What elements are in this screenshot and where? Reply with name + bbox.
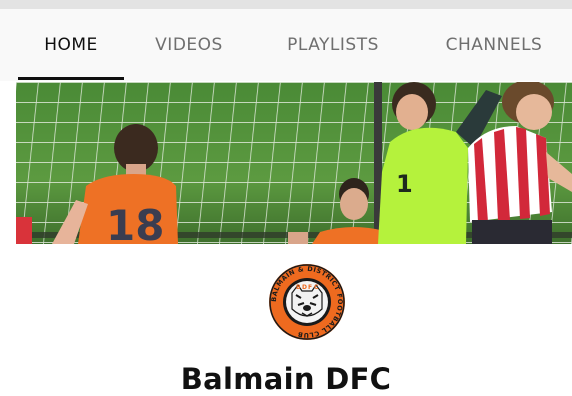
status-strip (0, 0, 572, 9)
tab-videos[interactable]: VIDEOS (137, 9, 241, 81)
svg-text:1: 1 (396, 170, 413, 198)
channel-avatar[interactable]: B D F C BALMAIN & DISTRICT FOOTBALL CLUB (268, 263, 346, 341)
svg-text:F: F (308, 284, 312, 291)
jersey-number: 18 (106, 201, 164, 244)
tab-home[interactable]: HOME (18, 9, 124, 81)
channel-tab-bar: HOME VIDEOS PLAYLISTS CHANNELS (0, 9, 572, 81)
svg-text:C: C (314, 284, 319, 291)
banner-photo: 18 1 (16, 82, 572, 244)
svg-text:D: D (302, 284, 307, 291)
channel-title: Balmain DFC (180, 362, 392, 396)
tab-playlists[interactable]: PLAYLISTS (268, 9, 398, 81)
channel-banner: 18 1 (16, 82, 572, 244)
active-tab-indicator (18, 77, 124, 80)
svg-text:B: B (296, 284, 301, 291)
club-crest-logo: B D F C BALMAIN & DISTRICT FOOTBALL CLUB (269, 264, 345, 340)
tab-channels[interactable]: CHANNELS (428, 9, 560, 81)
